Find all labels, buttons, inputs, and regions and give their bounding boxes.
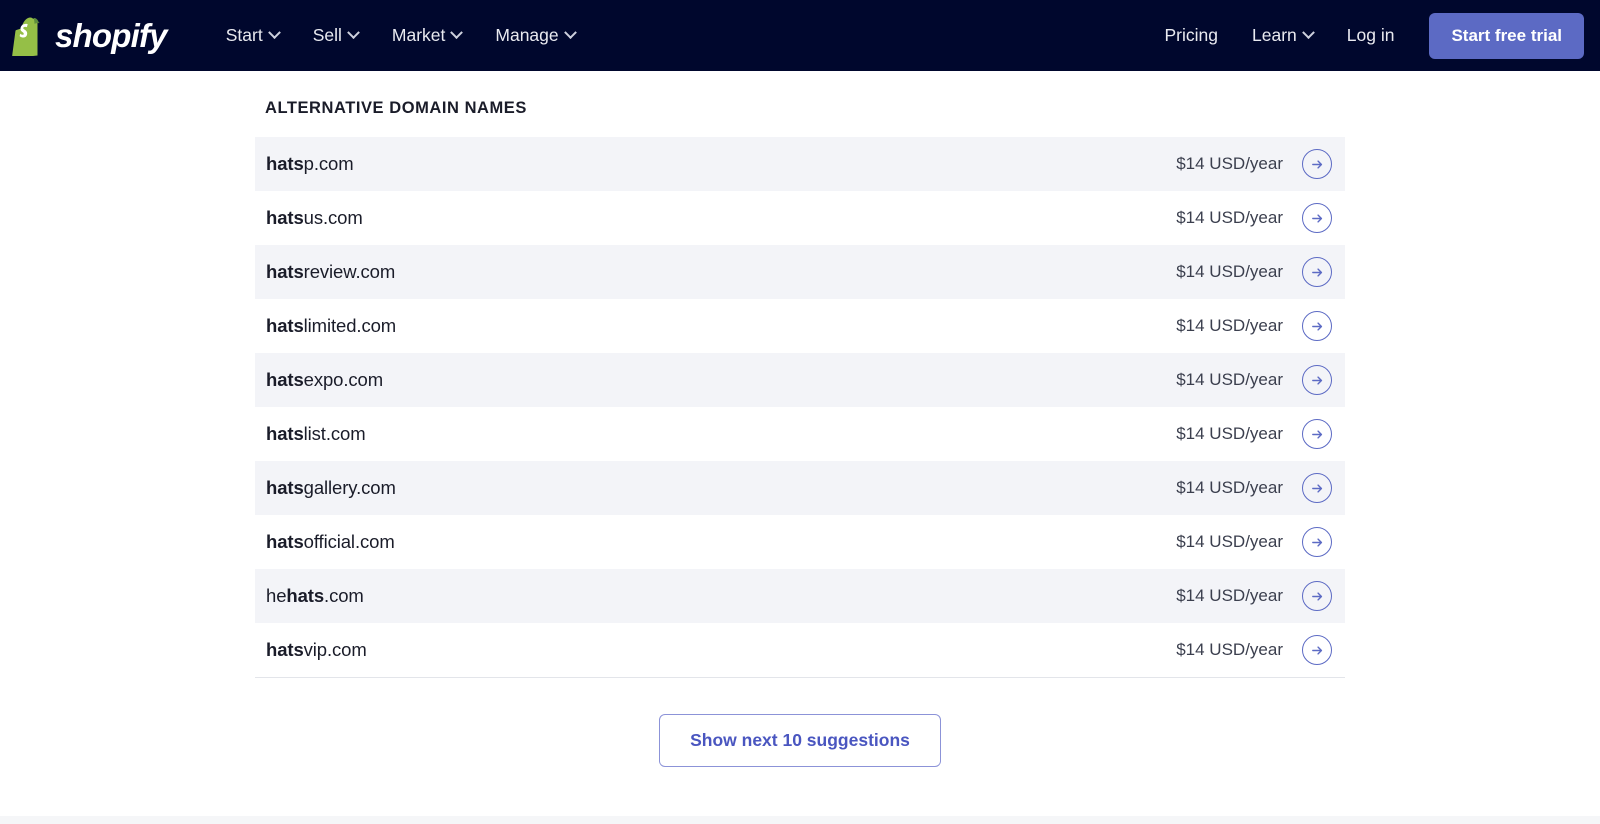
domain-row[interactable]: hatsus.com $14 USD/year xyxy=(255,191,1345,245)
nav-label: Pricing xyxy=(1165,25,1219,46)
chevron-down-icon xyxy=(347,26,360,39)
domain-name: hatsgallery.com xyxy=(266,477,396,499)
arrow-right-icon-button[interactable] xyxy=(1302,203,1332,233)
domain-name: hehats.com xyxy=(266,585,364,607)
domain-row[interactable]: hatsofficial.com $14 USD/year xyxy=(255,515,1345,569)
shopify-logo[interactable]: shopify xyxy=(12,16,167,56)
chevron-down-icon xyxy=(1302,26,1315,39)
primary-nav-group: Start Sell Market Manage xyxy=(209,15,592,56)
arrow-right-icon-button[interactable] xyxy=(1302,635,1332,665)
nav-label: Market xyxy=(392,25,445,46)
domain-suggestions-panel: ALTERNATIVE DOMAIN NAMES hatsp.com $14 US… xyxy=(255,99,1345,767)
domain-price: $14 USD/year xyxy=(1176,262,1283,282)
start-free-trial-button[interactable]: Start free trial xyxy=(1429,13,1584,59)
nav-label: Sell xyxy=(313,25,342,46)
nav-item-learn[interactable]: Learn xyxy=(1235,15,1330,56)
domain-row[interactable]: hatsvip.com $14 USD/year xyxy=(255,623,1345,677)
domain-row[interactable]: hatsgallery.com $14 USD/year xyxy=(255,461,1345,515)
domain-row[interactable]: hatsreview.com $14 USD/year xyxy=(255,245,1345,299)
arrow-right-icon-button[interactable] xyxy=(1302,149,1332,179)
domain-name: hatsexpo.com xyxy=(266,369,383,391)
domain-name: hatsvip.com xyxy=(266,639,367,661)
page-bottom-band xyxy=(0,816,1600,824)
nav-item-pricing[interactable]: Pricing xyxy=(1148,15,1236,56)
domain-row[interactable]: hatsp.com $14 USD/year xyxy=(255,137,1345,191)
domain-row[interactable]: hehats.com $14 USD/year xyxy=(255,569,1345,623)
domain-name: hatsus.com xyxy=(266,207,363,229)
domain-name: hatsreview.com xyxy=(266,261,395,283)
domain-name: hatsofficial.com xyxy=(266,531,395,553)
domain-row[interactable]: hatslimited.com $14 USD/year xyxy=(255,299,1345,353)
domain-price: $14 USD/year xyxy=(1176,208,1283,228)
arrow-right-icon-button[interactable] xyxy=(1302,581,1332,611)
domain-row[interactable]: hatslist.com $14 USD/year xyxy=(255,407,1345,461)
arrow-right-icon-button[interactable] xyxy=(1302,419,1332,449)
domain-price: $14 USD/year xyxy=(1176,478,1283,498)
domain-price: $14 USD/year xyxy=(1176,424,1283,444)
chevron-down-icon xyxy=(268,26,281,39)
domain-row[interactable]: hatsexpo.com $14 USD/year xyxy=(255,353,1345,407)
arrow-right-icon-button[interactable] xyxy=(1302,527,1332,557)
domain-name: hatsp.com xyxy=(266,153,354,175)
page-title: ALTERNATIVE DOMAIN NAMES xyxy=(255,99,1345,118)
shopify-wordmark: shopify xyxy=(55,19,167,52)
top-navigation-bar: shopify Start Sell Market Manage Pricing… xyxy=(0,0,1600,71)
domain-name: hatslist.com xyxy=(266,423,366,445)
chevron-down-icon xyxy=(451,26,464,39)
domain-price: $14 USD/year xyxy=(1176,640,1283,660)
secondary-nav-group: Pricing Learn Log in Start free trial xyxy=(1148,13,1585,59)
arrow-right-icon-button[interactable] xyxy=(1302,473,1332,503)
page-body: ALTERNATIVE DOMAIN NAMES hatsp.com $14 US… xyxy=(0,71,1600,767)
arrow-right-icon-button[interactable] xyxy=(1302,311,1332,341)
nav-label: Start xyxy=(226,25,263,46)
chevron-down-icon xyxy=(564,26,577,39)
nav-item-start[interactable]: Start xyxy=(209,15,296,56)
domain-price: $14 USD/year xyxy=(1176,532,1283,552)
nav-item-manage[interactable]: Manage xyxy=(478,15,591,56)
nav-label: Learn xyxy=(1252,25,1297,46)
domain-price: $14 USD/year xyxy=(1176,316,1283,336)
domain-suggestions-list: hatsp.com $14 USD/year hatsus.com $14 USD/y… xyxy=(255,137,1345,678)
domain-price: $14 USD/year xyxy=(1176,586,1283,606)
domain-price: $14 USD/year xyxy=(1176,370,1283,390)
nav-item-market[interactable]: Market xyxy=(375,15,478,56)
arrow-right-icon-button[interactable] xyxy=(1302,257,1332,287)
nav-item-login[interactable]: Log in xyxy=(1330,15,1412,56)
shopify-bag-icon xyxy=(12,16,46,56)
nav-item-sell[interactable]: Sell xyxy=(296,15,375,56)
nav-label: Manage xyxy=(495,25,558,46)
show-next-suggestions-button[interactable]: Show next 10 suggestions xyxy=(659,714,941,767)
arrow-right-icon-button[interactable] xyxy=(1302,365,1332,395)
domain-name: hatslimited.com xyxy=(266,315,396,337)
nav-label: Log in xyxy=(1347,25,1395,46)
show-more-container: Show next 10 suggestions xyxy=(255,714,1345,767)
domain-price: $14 USD/year xyxy=(1176,154,1283,174)
